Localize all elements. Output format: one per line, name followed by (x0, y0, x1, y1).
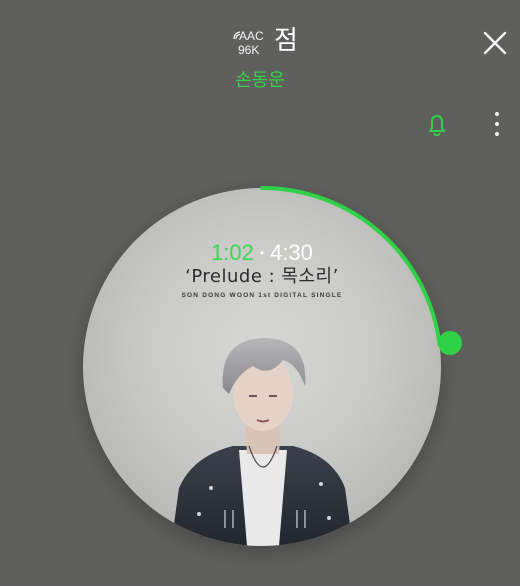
album-title: ‘Prelude : 목소리’ (185, 266, 339, 287)
song-title: 점 (274, 26, 298, 56)
seek-knob[interactable] (437, 331, 462, 356)
player-header: AAC 96K 점 손동운 (0, 0, 520, 137)
bell-icon (429, 115, 445, 137)
codec-bitrate: 96K (238, 43, 260, 57)
time-separator: • (259, 246, 265, 260)
time-display: 1:02 • 4:30 (83, 240, 441, 266)
current-time: 1:02 (211, 240, 254, 265)
codec-badge: AAC 96K (232, 28, 266, 58)
more-options-button[interactable] (488, 110, 506, 140)
album-art-disc[interactable]: 1:02 • 4:30 ‘Prelude : 목소리’ SON DONG WOON … (83, 188, 441, 546)
notification-button[interactable] (422, 110, 452, 140)
close-button[interactable] (480, 28, 510, 58)
artist-name[interactable]: 손동운 (0, 70, 520, 92)
total-time: 4:30 (270, 240, 313, 265)
album-subtitle: SON DONG WOON 1st DIGITAL SINGLE (181, 292, 343, 299)
close-icon (483, 31, 507, 55)
player-area: 1:02 • 4:30 ‘Prelude : 목소리’ SON DONG WOON … (0, 170, 520, 586)
codec-format: AAC (239, 29, 264, 43)
